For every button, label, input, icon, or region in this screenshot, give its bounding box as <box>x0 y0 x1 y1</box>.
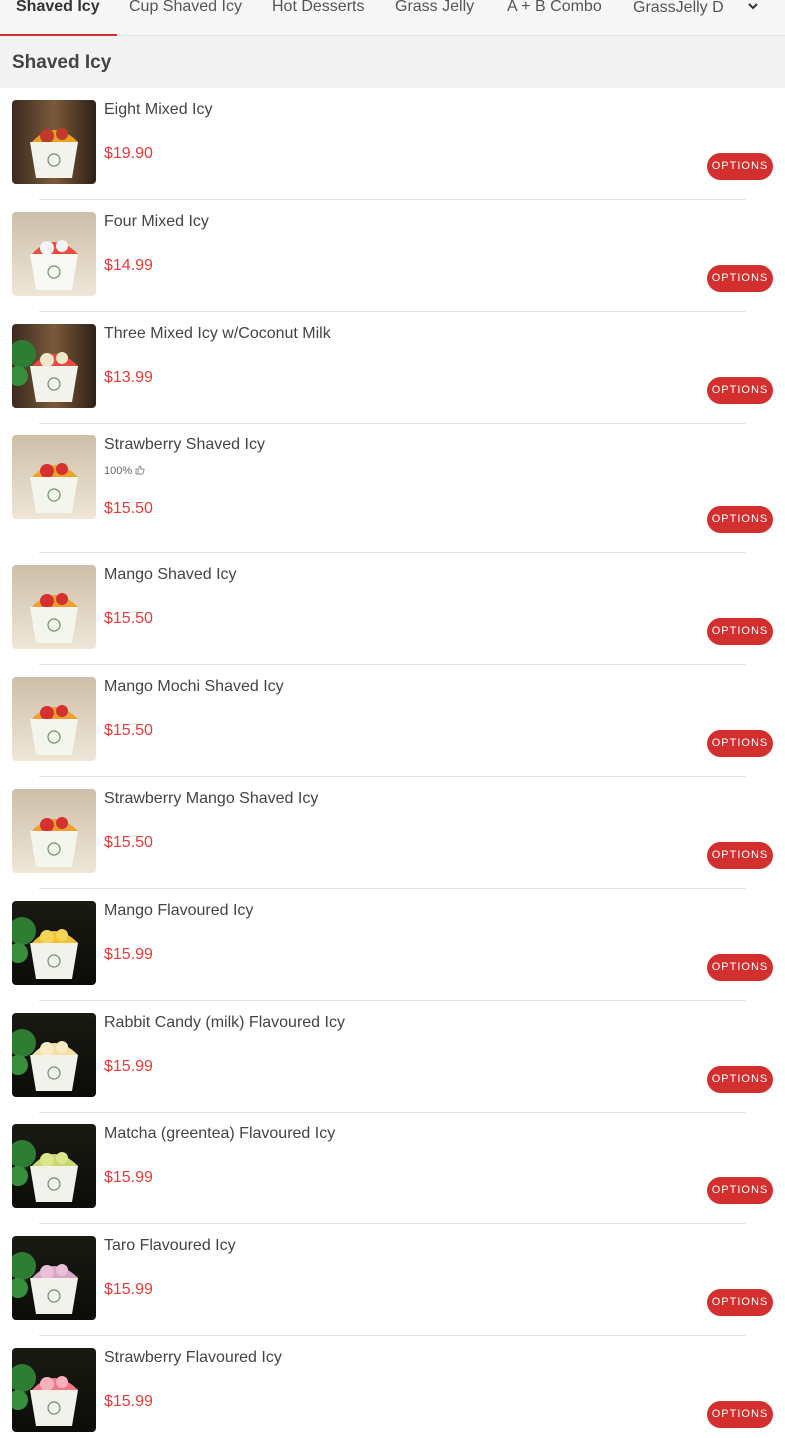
item-name[interactable]: Strawberry Flavoured Icy <box>104 1349 282 1367</box>
divider <box>39 664 746 665</box>
tab-hot-desserts[interactable]: Hot Desserts <box>272 0 364 36</box>
item-name[interactable]: Strawberry Shaved Icy <box>104 436 265 454</box>
item-photo[interactable] <box>12 677 96 761</box>
item-price: $15.50 <box>104 834 153 851</box>
options-button[interactable]: OPTIONS <box>707 1066 773 1093</box>
item-photo[interactable] <box>12 324 96 408</box>
options-button[interactable]: OPTIONS <box>707 506 773 533</box>
item-name[interactable]: Mango Mochi Shaved Icy <box>104 678 284 696</box>
more-categories-dropdown[interactable]: GrassJelly D <box>633 0 763 36</box>
item-rating: 100% <box>104 465 145 477</box>
thumbs-up-icon <box>135 465 145 475</box>
options-button[interactable]: OPTIONS <box>707 153 773 180</box>
tab-shaved-icy[interactable]: Shaved Icy <box>0 0 117 36</box>
item-photo[interactable] <box>12 1013 96 1097</box>
divider <box>39 311 746 312</box>
item-photo[interactable] <box>12 901 96 985</box>
item-photo[interactable] <box>12 212 96 296</box>
item-name[interactable]: Four Mixed Icy <box>104 213 209 231</box>
item-price: $15.50 <box>104 722 153 739</box>
item-price: $13.99 <box>104 369 153 386</box>
item-price: $15.99 <box>104 1169 153 1186</box>
item-photo[interactable] <box>12 100 96 184</box>
item-price: $15.99 <box>104 946 153 963</box>
options-button[interactable]: OPTIONS <box>707 377 773 404</box>
item-photo[interactable] <box>12 565 96 649</box>
divider <box>39 1223 746 1224</box>
divider <box>39 199 746 200</box>
tab-label: A + B Combo <box>507 0 602 15</box>
section-header: Shaved Icy <box>0 36 785 88</box>
divider <box>39 1112 746 1113</box>
divider <box>39 776 746 777</box>
tab-cup-shaved-icy[interactable]: Cup Shaved Icy <box>129 0 242 36</box>
rating-value: 100% <box>104 465 133 477</box>
tab-label: Hot Desserts <box>272 0 365 15</box>
options-button[interactable]: OPTIONS <box>707 1177 773 1204</box>
category-tab-bar: Shaved Icy Cup Shaved Icy Hot Desserts G… <box>0 0 785 36</box>
tab-label: Cup Shaved Icy <box>129 0 242 15</box>
item-price: $19.90 <box>104 145 153 162</box>
item-name[interactable]: Taro Flavoured Icy <box>104 1237 236 1255</box>
options-button[interactable]: OPTIONS <box>707 730 773 757</box>
tab-a-b-combo[interactable]: A + B Combo <box>507 0 602 36</box>
tab-label: Shaved Icy <box>16 0 100 15</box>
dropdown-label: GrassJelly D <box>633 0 724 16</box>
item-price: $15.99 <box>104 1281 153 1298</box>
options-button[interactable]: OPTIONS <box>707 1289 773 1316</box>
options-button[interactable]: OPTIONS <box>707 842 773 869</box>
divider <box>39 423 746 424</box>
options-button[interactable]: OPTIONS <box>707 1401 773 1428</box>
item-name[interactable]: Rabbit Candy (milk) Flavoured Icy <box>104 1014 345 1032</box>
tab-grass-jelly[interactable]: Grass Jelly <box>395 0 474 36</box>
item-name[interactable]: Strawberry Mango Shaved Icy <box>104 790 318 808</box>
item-price: $14.99 <box>104 257 153 274</box>
divider <box>39 1335 746 1336</box>
item-price: $15.99 <box>104 1393 153 1410</box>
item-name[interactable]: Three Mixed Icy w/Coconut Milk <box>104 325 331 343</box>
item-name[interactable]: Matcha (greentea) Flavoured Icy <box>104 1125 335 1143</box>
options-button[interactable]: OPTIONS <box>707 954 773 981</box>
item-photo[interactable] <box>12 435 96 519</box>
item-photo[interactable] <box>12 1236 96 1320</box>
item-price: $15.50 <box>104 610 153 627</box>
chevron-down-icon[interactable] <box>747 0 759 12</box>
divider <box>39 1000 746 1001</box>
item-name[interactable]: Eight Mixed Icy <box>104 101 212 119</box>
item-price: $15.50 <box>104 500 153 517</box>
item-photo[interactable] <box>12 1348 96 1432</box>
item-price: $15.99 <box>104 1058 153 1075</box>
options-button[interactable]: OPTIONS <box>707 265 773 292</box>
item-photo[interactable] <box>12 1124 96 1208</box>
item-name[interactable]: Mango Shaved Icy <box>104 566 237 584</box>
divider <box>39 552 746 553</box>
divider <box>39 888 746 889</box>
item-photo[interactable] <box>12 789 96 873</box>
options-button[interactable]: OPTIONS <box>707 618 773 645</box>
tab-label: Grass Jelly <box>395 0 475 15</box>
section-title: Shaved Icy <box>12 52 112 73</box>
item-name[interactable]: Mango Flavoured Icy <box>104 902 253 920</box>
